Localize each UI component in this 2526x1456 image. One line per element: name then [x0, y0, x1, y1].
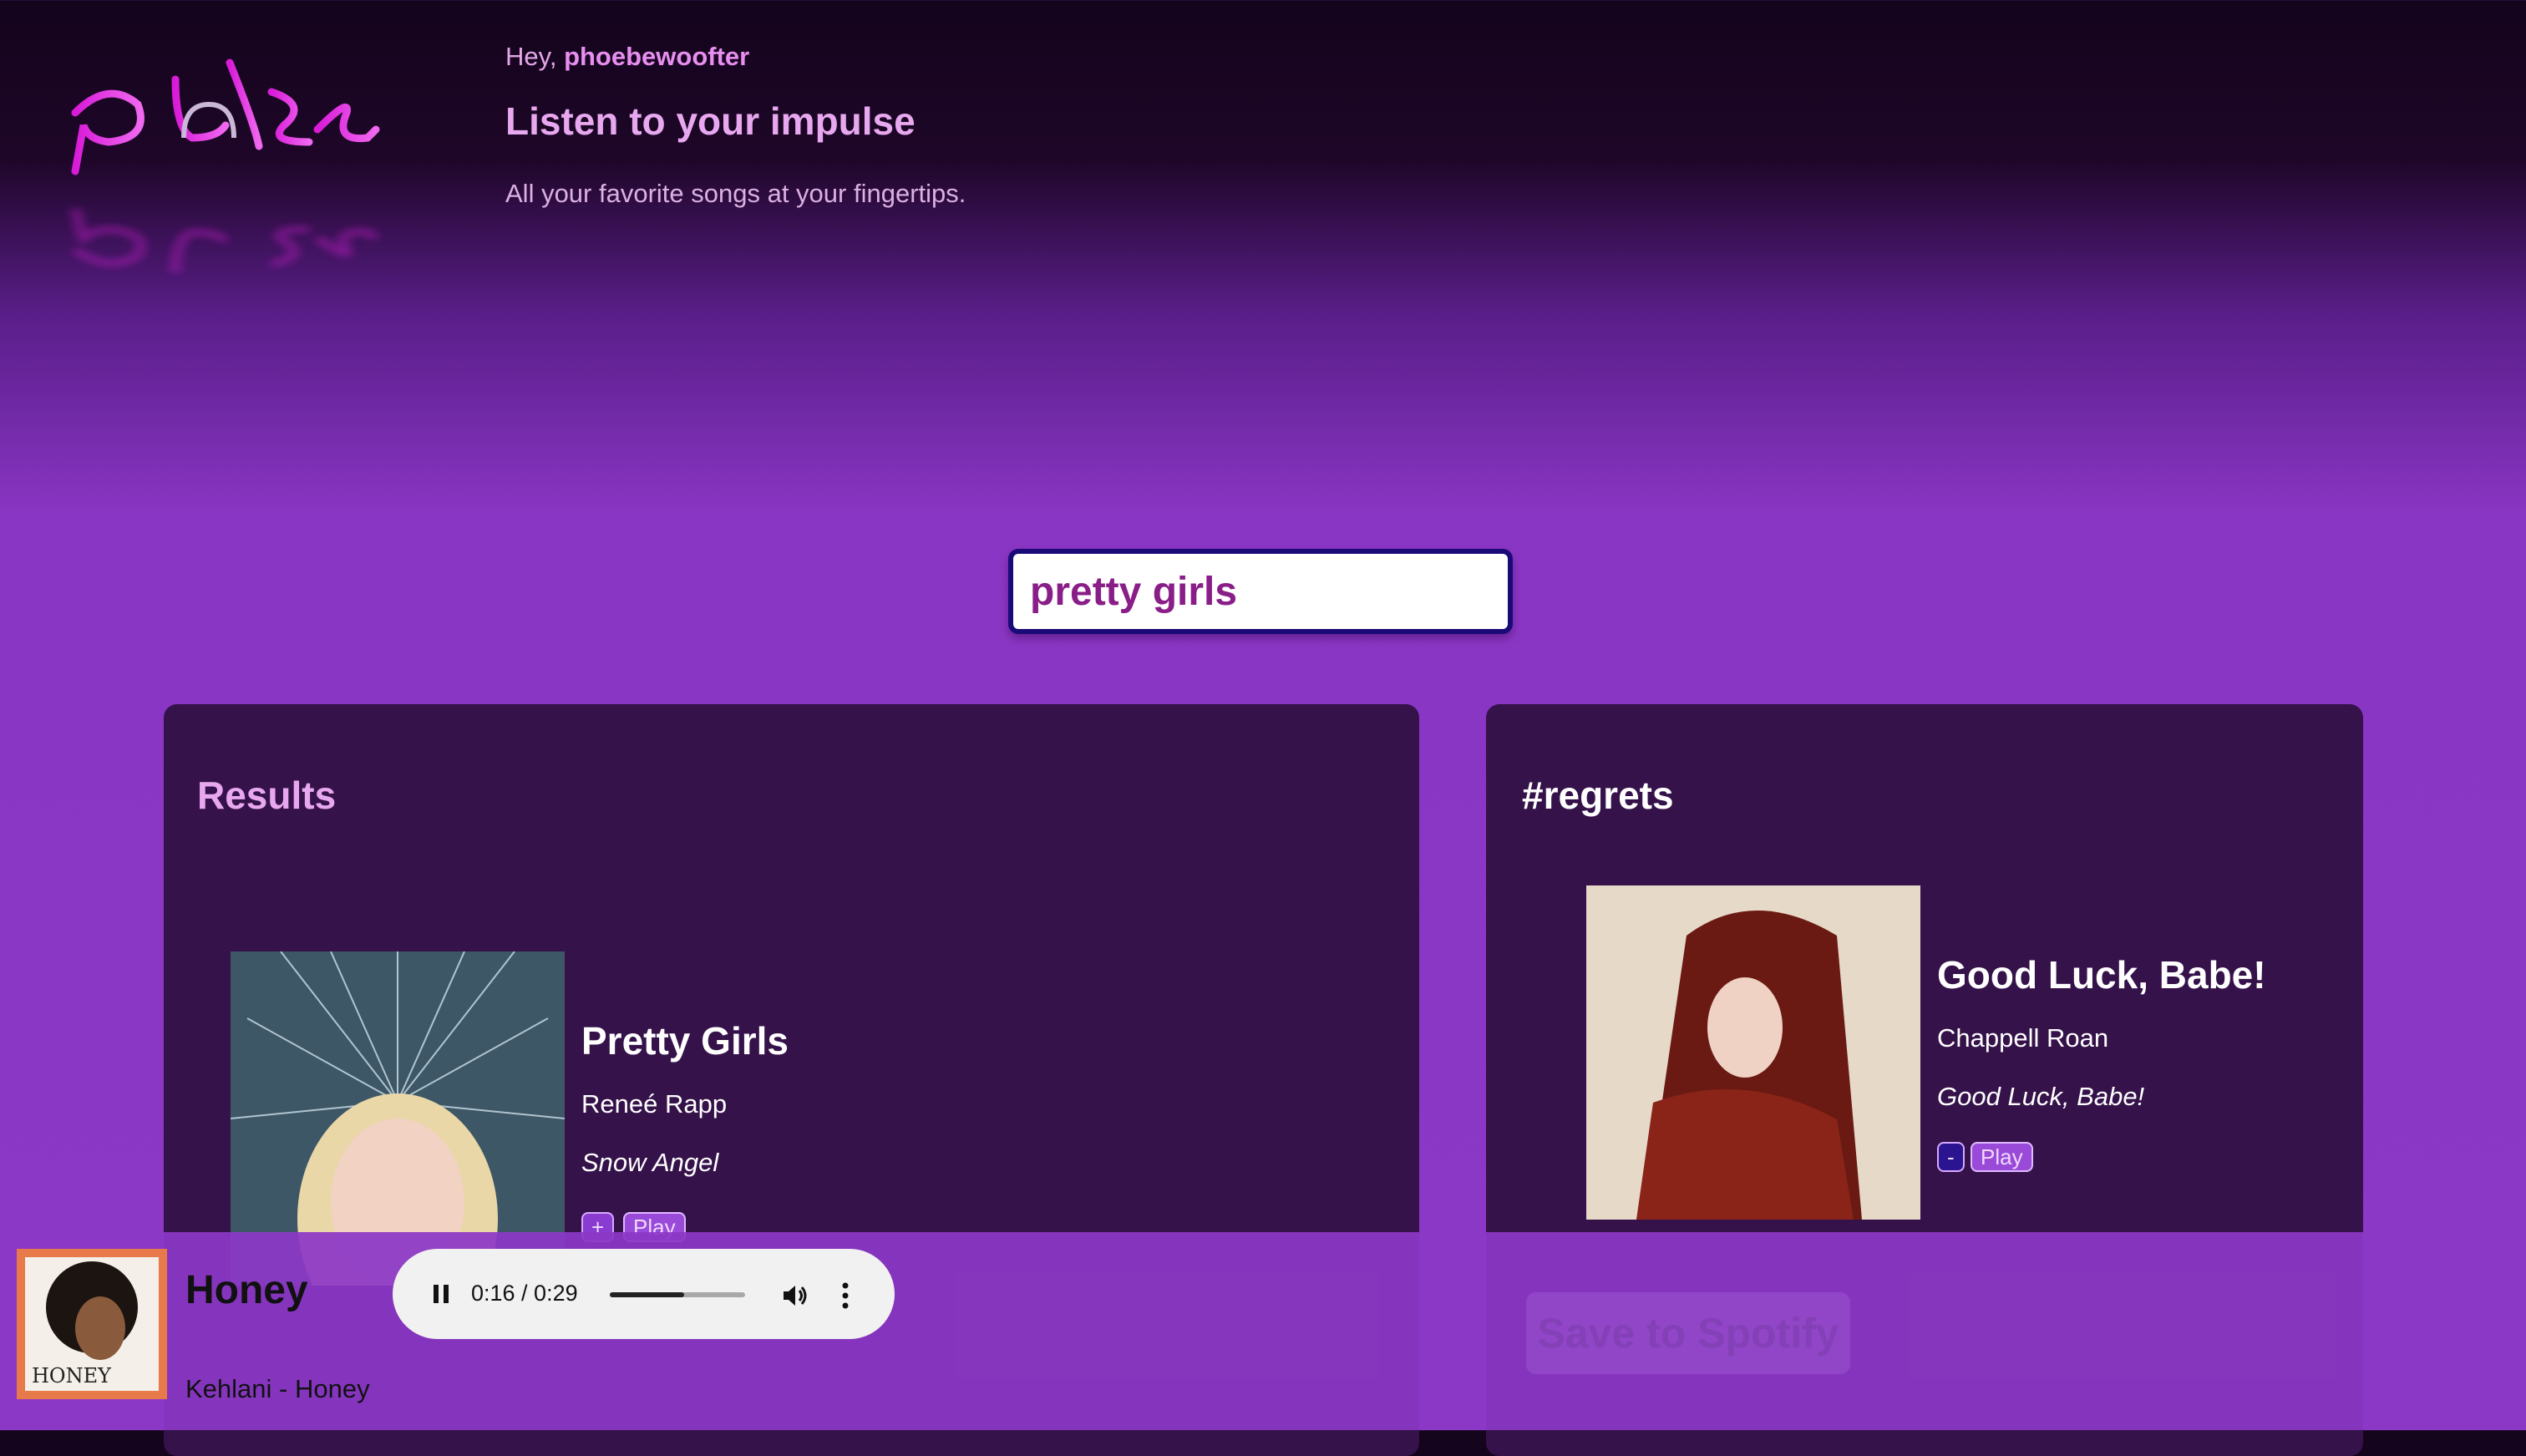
remove-track-button[interactable]: - [1937, 1142, 1965, 1172]
now-playing-cover: HONEY [17, 1249, 167, 1399]
pause-icon[interactable] [426, 1279, 456, 1309]
play-track-button[interactable]: Play [1971, 1142, 2033, 1172]
album-cover [1586, 885, 1920, 1220]
playback-time: 0:16 / 0:29 [471, 1281, 578, 1306]
progress-fill [610, 1292, 685, 1297]
progress-slider[interactable] [610, 1292, 745, 1297]
track-artist: Reneé Rapp [581, 1089, 728, 1119]
search-input[interactable] [1008, 549, 1513, 634]
greeting: Hey, phoebewoofter [505, 42, 749, 72]
username: phoebewoofter [564, 42, 750, 71]
save-to-spotify-button[interactable]: Save to Spotify [1526, 1292, 1850, 1374]
cover-text: HONEY [32, 1364, 112, 1388]
more-options-icon[interactable] [839, 1279, 851, 1312]
tagline: All your favorite songs at your fingerti… [505, 179, 966, 208]
now-playing-subtitle: Kehlani - Honey [185, 1374, 370, 1403]
track-artist: Chappell Roan [1937, 1023, 2109, 1053]
volume-icon[interactable] [779, 1281, 809, 1311]
now-playing-bar: HONEY Honey Kehlani - Honey 0:16 / 0:29 [0, 1232, 2526, 1430]
track-title: Pretty Girls [581, 1019, 789, 1063]
track-album: Good Luck, Babe! [1937, 1082, 2145, 1111]
results-title: Results [197, 774, 337, 817]
audio-player: 0:16 / 0:29 [393, 1249, 895, 1339]
pulse-logo [70, 58, 380, 274]
track-album: Snow Angel [581, 1148, 719, 1177]
greeting-prefix: Hey, [505, 42, 565, 71]
track-title: Good Luck, Babe! [1937, 953, 2266, 997]
page-headline: Listen to your impulse [505, 99, 916, 143]
playlist-title: #regrets [1522, 774, 1674, 817]
now-playing-title: Honey [185, 1268, 308, 1312]
